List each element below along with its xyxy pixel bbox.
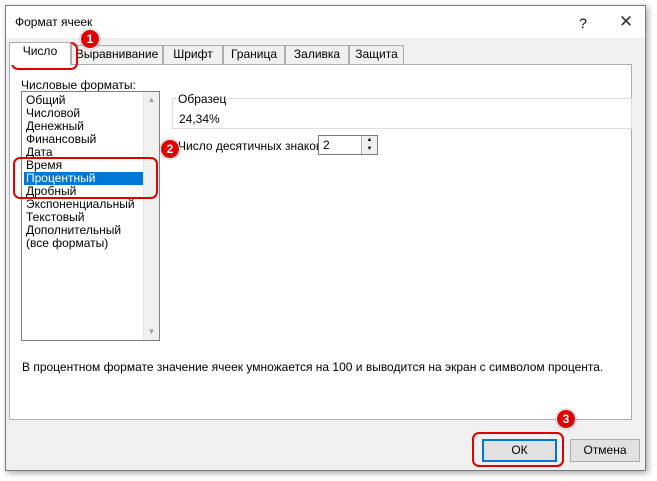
category-item[interactable]: (все форматы): [24, 237, 145, 250]
tab-fill[interactable]: Заливка: [285, 45, 349, 64]
sample-label: Образец: [176, 92, 229, 106]
annotation-badge-1: 1: [80, 29, 100, 49]
help-button[interactable]: ?: [573, 14, 593, 32]
ok-button[interactable]: ОК: [482, 439, 557, 462]
cancel-button[interactable]: Отмена: [570, 439, 640, 462]
spin-down-icon[interactable]: ▼: [361, 145, 377, 154]
tab-protection[interactable]: Защита: [349, 45, 404, 64]
decimal-places-stepper[interactable]: 2 ▲ ▼: [318, 135, 378, 155]
sample-value: 24,34%: [179, 112, 220, 126]
close-icon[interactable]: ✕: [614, 11, 638, 33]
annotation-badge-2: 2: [160, 139, 180, 159]
scroll-up-icon[interactable]: ▲: [144, 92, 159, 108]
decimal-places-label: Число десятичных знаков:: [178, 139, 326, 153]
title-bar: Формат ячеек ? ✕: [6, 6, 645, 38]
category-scrollbar[interactable]: ▲ ▼: [143, 92, 159, 340]
tab-number[interactable]: Число: [9, 42, 71, 65]
tab-border[interactable]: Граница: [223, 45, 285, 64]
format-description: В процентном формате значение ячеек умно…: [22, 360, 604, 374]
sample-box: [172, 98, 632, 129]
annotation-badge-3: 3: [556, 409, 576, 429]
scroll-down-icon[interactable]: ▼: [144, 324, 159, 340]
dialog-title: Формат ячеек: [15, 15, 93, 29]
decimal-places-value[interactable]: 2: [323, 138, 330, 152]
category-list[interactable]: Общий Числовой Денежный Финансовый Дата …: [21, 91, 160, 341]
tab-font[interactable]: Шрифт: [163, 45, 223, 64]
category-label: Числовые форматы:: [21, 78, 136, 92]
